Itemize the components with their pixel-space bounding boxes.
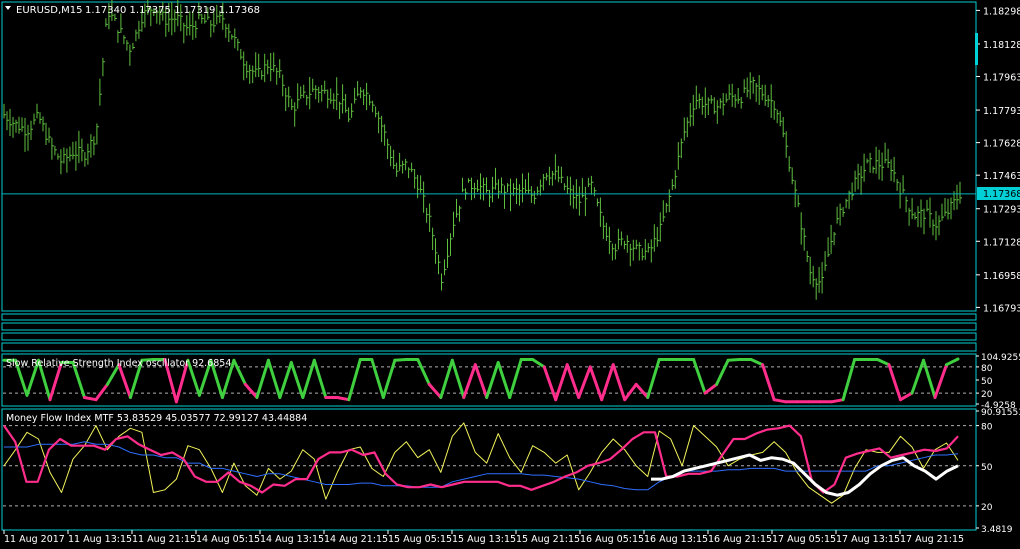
ohlc-values: 1.17340 1.17375 1.17319 1.17368: [85, 5, 260, 16]
indicator-axis-label: 20: [981, 503, 993, 513]
time-tick-label: 11 Aug 21:15: [132, 534, 196, 545]
indicator-axis-label: 104.9255: [981, 353, 1020, 363]
time-tick-label: 17 Aug 13:15: [836, 534, 900, 545]
price-tick-label: 1.17463: [983, 171, 1020, 182]
indicator-axis-label: 80: [981, 364, 993, 374]
symbol-name: EURUSD,M15: [16, 5, 82, 16]
rsi-segment: [726, 358, 742, 362]
trading-chart[interactable]: EURUSD,M15 1.17340 1.17375 1.17319 1.173…: [0, 0, 1020, 549]
price-tick-label: 1.17128: [983, 237, 1020, 248]
time-tick-label: 11 Aug 2017: [4, 534, 65, 545]
time-tick-label: 15 Aug 13:15: [452, 534, 516, 545]
time-tick-label: 14 Aug 05:15: [196, 534, 260, 545]
price-tick-label: 1.17963: [983, 73, 1020, 84]
indicator-axis-label: 20: [981, 390, 993, 400]
time-tick-label: 16 Aug 05:15: [580, 534, 644, 545]
time-tick-label: 16 Aug 13:15: [644, 534, 708, 545]
price-tick-label: 1.18298: [983, 6, 1020, 17]
one-click-trading-marker[interactable]: [975, 33, 978, 65]
indicator-axis-label: 90.91553: [981, 408, 1020, 418]
indicator-axis-label: 3.4819: [981, 525, 1013, 535]
time-tick-label: 15 Aug 05:15: [388, 534, 452, 545]
current-price-label: 1.17368: [983, 189, 1020, 200]
rsi-segment: [772, 398, 788, 404]
time-tick-label: 17 Aug 05:15: [772, 534, 836, 545]
time-tick-label: 11 Aug 13:15: [68, 534, 132, 545]
price-tick-label: 1.16793: [983, 303, 1020, 314]
price-tick-label: 1.17293: [983, 205, 1020, 216]
indicator-axis-label: 50: [981, 377, 993, 387]
indicator-axis-label: 80: [981, 423, 993, 433]
price-tick-label: 1.17628: [983, 139, 1020, 150]
time-tick-label: 15 Aug 21:15: [516, 534, 580, 545]
time-tick-label: 14 Aug 21:15: [324, 534, 388, 545]
symbol-header: EURUSD,M15 1.17340 1.17375 1.17319 1.173…: [5, 5, 260, 16]
price-tick-label: 1.18128: [983, 40, 1020, 51]
rsi-title: Slow Relative Strength Index oscillator …: [6, 358, 231, 369]
price-tick-label: 1.17793: [983, 106, 1020, 117]
rsi-segment: [393, 358, 408, 362]
time-tick-label: 14 Aug 13:15: [260, 534, 324, 545]
mfi-title: Money Flow Index MTF 53.83529 45.03577 7…: [6, 413, 307, 424]
chart-background: [0, 0, 1020, 549]
indicator-axis-label: 50: [981, 463, 993, 473]
price-tick-label: 1.16958: [983, 271, 1020, 282]
rsi-segment: [830, 398, 845, 404]
time-tick-label: 16 Aug 21:15: [708, 534, 772, 545]
time-tick-label: 17 Aug 21:15: [900, 534, 964, 545]
